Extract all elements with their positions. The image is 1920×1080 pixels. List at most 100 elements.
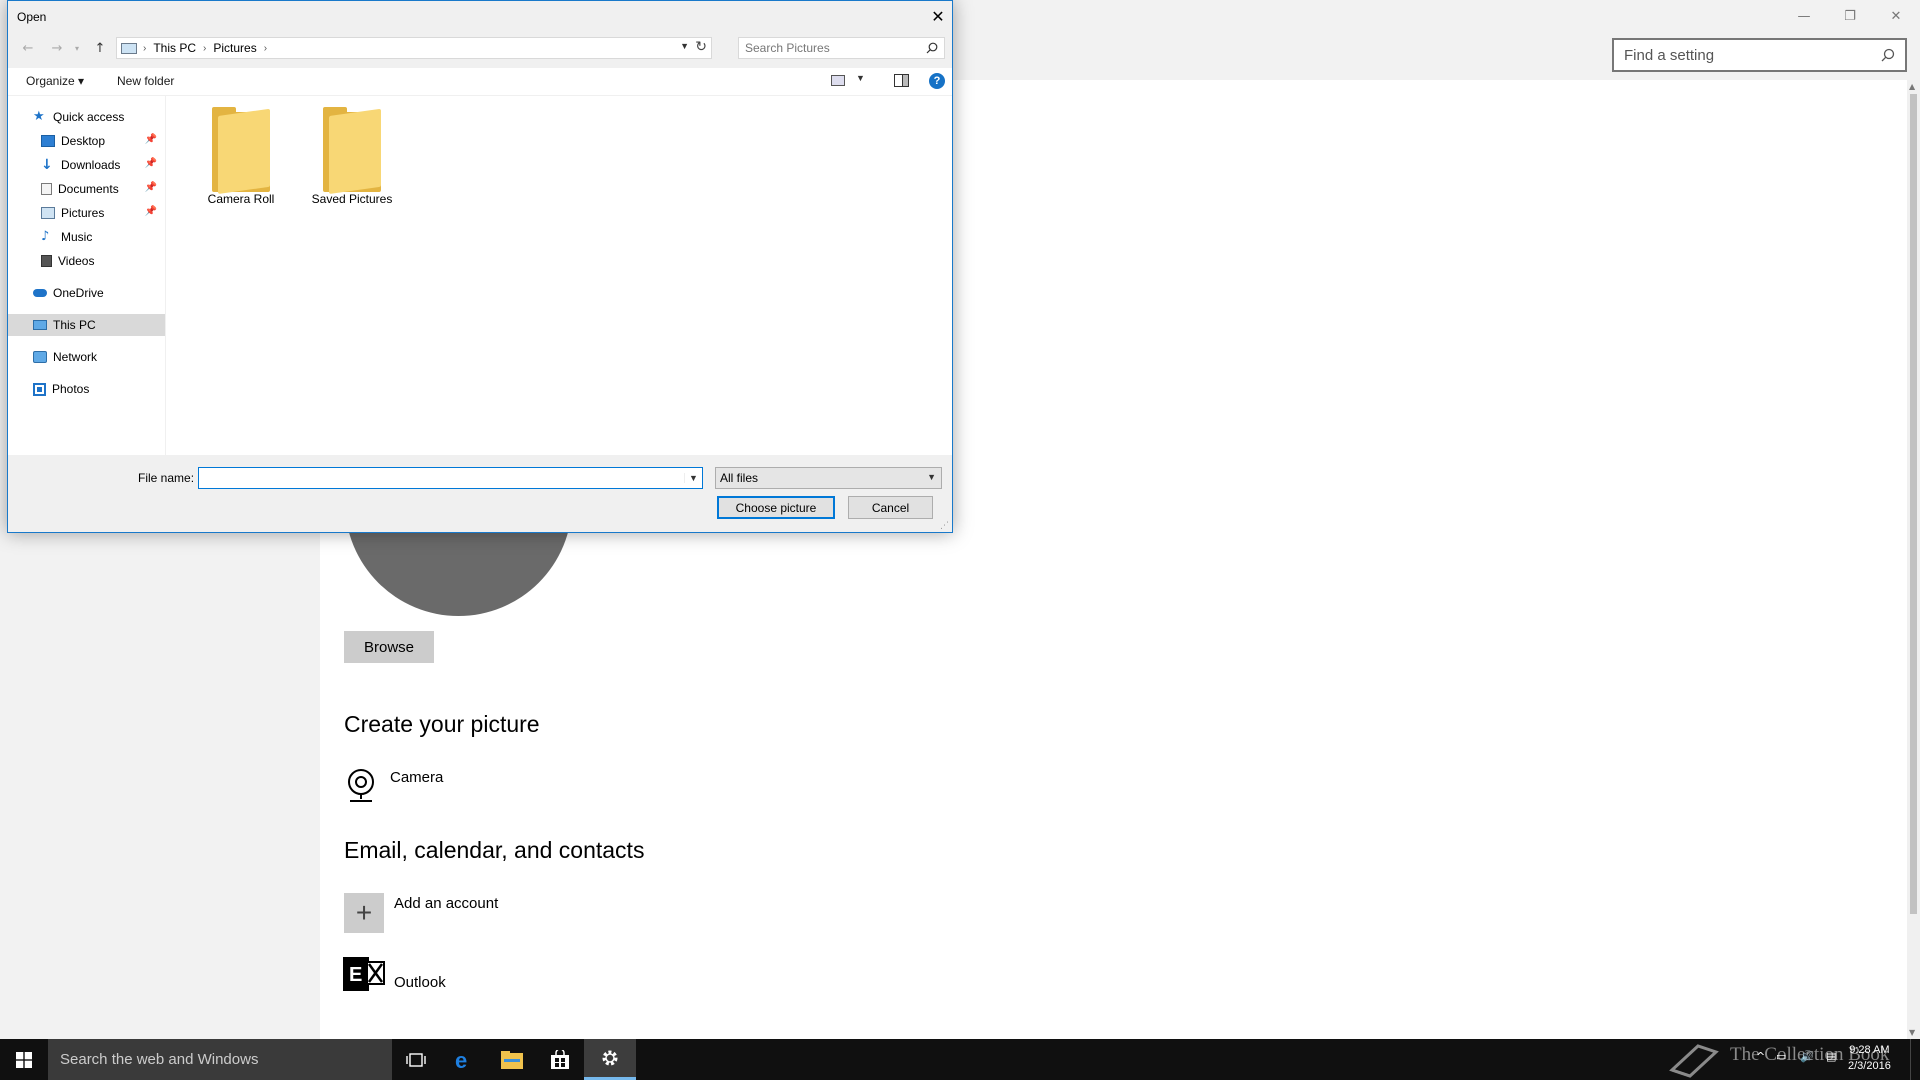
nav-label: Videos <box>58 254 95 268</box>
exchange-outlook-icon[interactable]: E <box>343 954 385 992</box>
up-arrow-icon[interactable]: ↑ <box>91 39 109 57</box>
tray-chevron-up-icon[interactable]: ^ <box>1756 1050 1765 1063</box>
file-name-label: File name: <box>138 471 195 485</box>
folder-label: Camera Roll <box>207 192 275 206</box>
nav-photos[interactable]: Photos <box>8 378 165 400</box>
minimize-button[interactable]: — <box>1781 0 1827 32</box>
refresh-icon[interactable]: ↻ <box>695 39 707 55</box>
taskbar-clock[interactable]: 9:28 AM 2/3/2016 <box>1848 1042 1891 1074</box>
file-type-filter[interactable]: All files ▼ <box>715 467 942 489</box>
start-button[interactable] <box>0 1039 48 1080</box>
dialog-title: Open <box>17 10 47 24</box>
scroll-down-icon[interactable]: ▼ <box>1909 1028 1915 1037</box>
add-account-button[interactable]: + <box>344 893 384 933</box>
show-desktop-button[interactable] <box>1910 1039 1920 1080</box>
help-icon[interactable]: ? <box>929 73 945 89</box>
nav-label: Desktop <box>61 134 106 148</box>
restore-button[interactable]: ❐ <box>1827 0 1873 32</box>
nav-item-desktop[interactable]: Desktop 📌 <box>8 130 165 152</box>
nav-item-videos[interactable]: Videos <box>8 250 165 272</box>
pin-icon[interactable]: 📌 <box>145 206 157 217</box>
forward-arrow-icon[interactable]: → <box>48 39 66 57</box>
file-type-value: All files <box>720 471 759 485</box>
settings-scrollbar[interactable]: ▲ ▼ <box>1907 80 1920 1039</box>
breadcrumb-pictures[interactable]: Pictures <box>208 41 261 55</box>
store-icon[interactable] <box>536 1039 584 1080</box>
chevron-down-icon[interactable]: ▼ <box>684 473 702 483</box>
computer-icon <box>33 320 47 330</box>
nav-item-pictures[interactable]: Pictures 📌 <box>8 202 165 224</box>
download-arrow-icon: ↓ <box>41 157 53 173</box>
pictures-icon <box>41 207 55 219</box>
book-watermark-icon <box>1669 1044 1719 1078</box>
choose-picture-button[interactable]: Choose picture <box>717 496 835 519</box>
find-setting-box[interactable] <box>1612 38 1907 72</box>
edge-icon[interactable]: e <box>440 1039 488 1080</box>
photos-icon <box>33 382 46 396</box>
organize-menu[interactable]: Organize ▾ <box>26 74 84 88</box>
browse-button[interactable]: Browse <box>344 631 434 663</box>
music-note-icon: ♪ <box>41 229 50 244</box>
camera-option[interactable]: Camera <box>390 769 443 786</box>
videos-icon <box>41 255 52 267</box>
address-dropdown-icon[interactable]: ▼ <box>680 41 689 51</box>
star-icon: ★ <box>33 109 45 124</box>
settings-gear-icon[interactable] <box>584 1039 636 1080</box>
search-icon <box>1881 48 1895 62</box>
folder-saved-pictures[interactable]: Saved Pictures <box>307 96 397 206</box>
pin-icon[interactable]: 📌 <box>145 182 157 193</box>
taskbar-search-box[interactable] <box>48 1039 392 1080</box>
search-icon <box>926 42 938 54</box>
dialog-search-box[interactable] <box>738 37 945 59</box>
windows-logo-icon <box>16 1051 32 1068</box>
file-name-combobox[interactable]: ▼ <box>198 467 703 489</box>
back-arrow-icon[interactable]: ← <box>19 39 37 57</box>
recent-locations-icon[interactable]: ▾ <box>71 39 83 57</box>
nav-label: Network <box>53 350 98 364</box>
nav-quick-access[interactable]: ★ Quick access <box>8 106 165 128</box>
camera-icon[interactable] <box>345 768 377 804</box>
change-view-icon[interactable] <box>831 75 845 86</box>
file-name-input[interactable] <box>199 469 684 487</box>
open-file-dialog: Open ✕ ← → ▾ ↑ › This PC › Pictures › ▼ … <box>7 0 953 533</box>
outlook-label[interactable]: Outlook <box>394 974 446 991</box>
view-dropdown-icon[interactable]: ▼ <box>856 73 865 83</box>
file-explorer-icon[interactable] <box>488 1039 536 1080</box>
network-tray-icon[interactable]: ▭ <box>1776 1050 1786 1063</box>
nav-item-downloads[interactable]: ↓ Downloads 📌 <box>8 154 165 176</box>
nav-this-pc[interactable]: This PC <box>8 314 165 336</box>
nav-label: Music <box>61 230 93 244</box>
add-account-label[interactable]: Add an account <box>394 895 498 912</box>
cancel-button[interactable]: Cancel <box>848 496 933 519</box>
folder-camera-roll[interactable]: Camera Roll <box>196 96 286 206</box>
nav-label: Pictures <box>61 206 105 220</box>
nav-item-documents[interactable]: Documents 📌 <box>8 178 165 200</box>
task-view-icon[interactable] <box>392 1039 440 1080</box>
volume-icon[interactable]: 🔊 <box>1800 1050 1814 1063</box>
pin-icon[interactable]: 📌 <box>145 158 157 169</box>
nav-item-music[interactable]: ♪ Music <box>8 226 165 248</box>
chevron-down-icon: ▼ <box>927 472 936 482</box>
nav-label: Quick access <box>53 110 125 124</box>
find-setting-input[interactable] <box>1624 46 1881 64</box>
nav-label: Photos <box>52 382 90 396</box>
action-center-icon[interactable]: ▤ <box>1826 1050 1836 1063</box>
nav-onedrive[interactable]: OneDrive <box>8 282 165 304</box>
scrollbar-thumb[interactable] <box>1910 94 1917 914</box>
pin-icon[interactable]: 📌 <box>145 134 157 145</box>
dialog-search-input[interactable] <box>745 41 926 55</box>
resize-grip-icon[interactable]: ⋰ <box>940 521 949 531</box>
address-bar[interactable]: › This PC › Pictures › ▼ ↻ <box>116 37 712 59</box>
this-pc-icon <box>121 42 137 54</box>
taskbar-search-input[interactable] <box>60 1051 392 1068</box>
dialog-close-button[interactable]: ✕ <box>927 5 949 27</box>
cloud-icon <box>33 289 47 297</box>
network-icon <box>33 351 47 363</box>
close-window-button[interactable]: ✕ <box>1873 0 1919 32</box>
preview-pane-icon[interactable] <box>894 74 909 87</box>
svg-text:e: e <box>455 1049 467 1071</box>
breadcrumb-this-pc[interactable]: This PC <box>148 41 201 55</box>
scroll-up-icon[interactable]: ▲ <box>1909 82 1915 91</box>
new-folder-button[interactable]: New folder <box>117 74 174 88</box>
nav-network[interactable]: Network <box>8 346 165 368</box>
